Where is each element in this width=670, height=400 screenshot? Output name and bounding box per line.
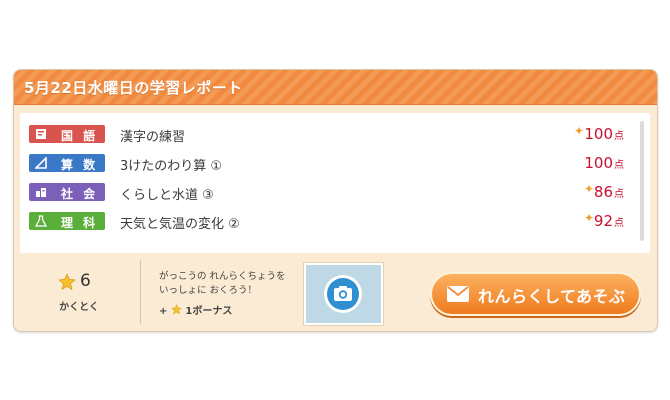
report-title: 5月22日水曜日の学習レポート — [24, 79, 243, 97]
lesson-row-sansu[interactable]: 算 数 3けたのわり算 ① 100点 — [20, 150, 640, 176]
envelope-icon — [447, 286, 469, 302]
bonus-label: 1ボーナス — [185, 306, 233, 317]
star-icon — [171, 304, 182, 315]
score-unit: 点 — [614, 131, 624, 142]
message-line-2: いっしょに おくろう！ — [159, 285, 258, 296]
subject-label: 算 数 — [61, 158, 99, 172]
notebook-icon — [36, 129, 46, 139]
sparkle-icon: ✦ — [583, 211, 594, 225]
star-count-value: 6 — [80, 271, 91, 291]
sparkle-icon: ✦ — [573, 124, 584, 138]
flask-icon — [35, 215, 47, 227]
subject-label: 社 会 — [61, 187, 99, 201]
star-count: 6 — [58, 271, 108, 292]
star-summary: 6 かくとく — [20, 258, 138, 326]
score: 100点 — [584, 154, 624, 172]
report-header: 5月22日水曜日の学習レポート — [14, 70, 657, 105]
lesson-list: 国 語 漢字の練習 ✦ 100点 算 数 3けたのわり算 ① 100点 社 会 … — [20, 113, 650, 253]
score-value: 92 — [593, 212, 613, 230]
subject-label: 理 科 — [61, 216, 99, 230]
camera-icon-circle — [324, 275, 362, 313]
score-unit: 点 — [614, 189, 624, 200]
star-count-label: かくとく — [59, 302, 99, 313]
lesson-row-kokugo[interactable]: 国 語 漢字の練習 ✦ 100点 — [20, 121, 640, 147]
bonus-plus: + — [159, 306, 168, 317]
message-line-1: がっこうの れんらくちょうを — [159, 271, 286, 282]
score-value: 100 — [584, 125, 613, 143]
lesson-title: 3けたのわり算 ① — [120, 159, 223, 174]
score-unit: 点 — [614, 218, 624, 229]
camera-icon — [334, 286, 352, 301]
lesson-title: 天気と気温の変化 ② — [120, 217, 240, 232]
lesson-row-shakai[interactable]: 社 会 くらしと水道 ③ ✦ 86点 — [20, 179, 640, 205]
scrollbar[interactable] — [640, 121, 644, 241]
subject-badge-kokugo: 国 語 — [29, 125, 105, 143]
score: 92点 — [594, 212, 624, 230]
score-value: 100 — [584, 154, 613, 172]
contact-play-label: れんらくしてあそぶ — [478, 287, 626, 306]
contact-play-button[interactable]: れんらくしてあそぶ — [430, 272, 641, 316]
lesson-title: くらしと水道 ③ — [120, 188, 214, 203]
subject-label: 国 語 — [61, 129, 99, 143]
score-unit: 点 — [614, 160, 624, 171]
divider — [140, 260, 141, 324]
sparkle-icon: ✦ — [583, 182, 594, 196]
report-card: 5月22日水曜日の学習レポート 国 語 漢字の練習 ✦ 100点 算 数 3けた… — [13, 69, 658, 332]
bonus-note: + 1ボーナス — [159, 302, 232, 317]
lesson-row-rika[interactable]: 理 科 天気と気温の変化 ② ✦ 92点 — [20, 208, 640, 234]
score: 100点 — [584, 125, 624, 143]
camera-icon-bg — [327, 278, 359, 310]
triangle-ruler-icon — [35, 157, 47, 169]
building-icon — [36, 188, 46, 197]
bonus-message: がっこうの れんらくちょうを いっしょに おくろう！ — [159, 270, 309, 298]
lesson-title: 漢字の練習 — [120, 130, 186, 145]
camera-button[interactable] — [304, 263, 383, 325]
score: 86点 — [594, 183, 624, 201]
subject-badge-rika: 理 科 — [29, 212, 105, 230]
star-icon — [58, 273, 76, 291]
subject-badge-sansu: 算 数 — [29, 154, 105, 172]
score-value: 86 — [593, 183, 613, 201]
subject-badge-shakai: 社 会 — [29, 183, 105, 201]
